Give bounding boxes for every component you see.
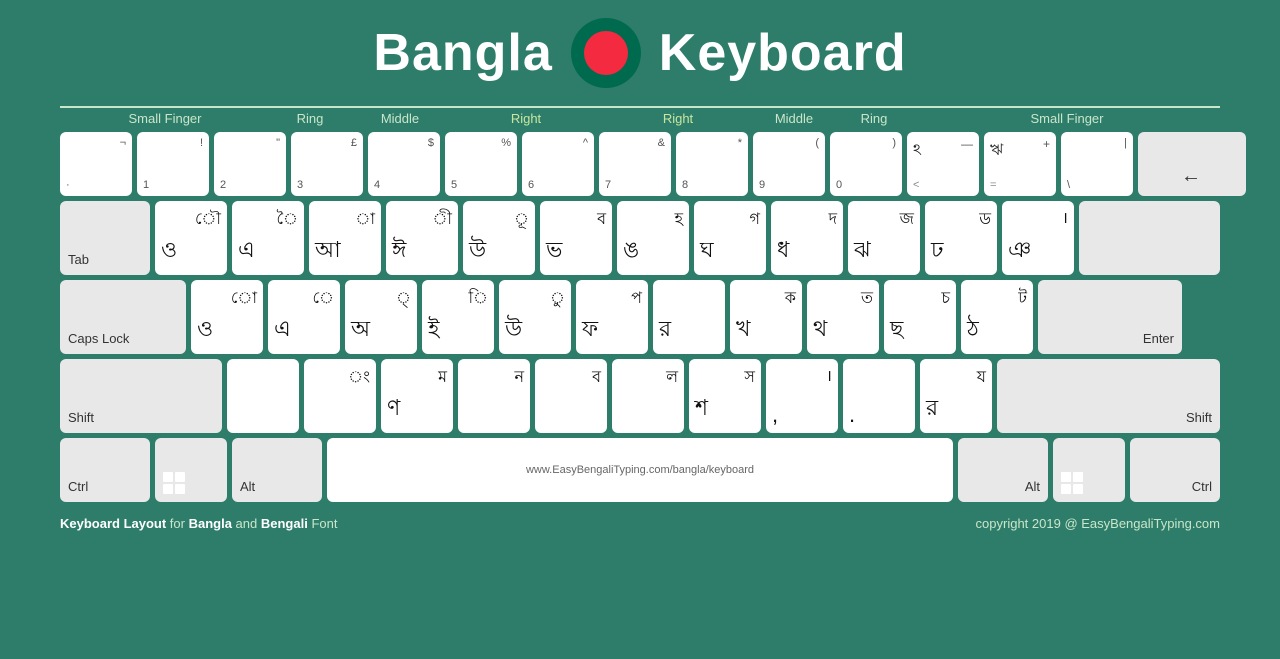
key-9[interactable]: ( 9 — [753, 132, 825, 196]
finger-label-right-1: Right — [450, 106, 602, 126]
alt-left-key[interactable]: Alt — [232, 438, 322, 502]
key-c[interactable]: ম ণ — [381, 359, 453, 433]
key-comma[interactable]: । , — [766, 359, 838, 433]
finger-label-ring-right: Ring — [834, 106, 914, 126]
key-e[interactable]: া আ — [309, 201, 381, 275]
finger-label-middle-right: Middle — [754, 106, 834, 126]
key-4[interactable]: $ 4 — [368, 132, 440, 196]
enter-key[interactable]: Enter — [1038, 280, 1182, 354]
finger-label-middle-left: Middle — [350, 106, 450, 126]
key-semicolon[interactable]: চ ছ — [884, 280, 956, 354]
key-period[interactable]: x . — [843, 359, 915, 433]
ctrl-right-key[interactable]: Ctrl — [1130, 438, 1220, 502]
key-8[interactable]: * 8 — [676, 132, 748, 196]
shift-right-key[interactable]: Shift — [997, 359, 1220, 433]
key-r[interactable]: ী ঈ — [386, 201, 458, 275]
key-f[interactable]: ি ই — [422, 280, 494, 354]
key-v[interactable]: ন — [458, 359, 530, 433]
key-1[interactable]: ! 1 — [137, 132, 209, 196]
windows-logo-left — [163, 472, 185, 494]
key-slash[interactable]: য র — [920, 359, 992, 433]
key-l[interactable]: ত থ — [807, 280, 879, 354]
win-right-key[interactable] — [1053, 438, 1125, 502]
finger-label-small-right: Small Finger — [914, 106, 1220, 126]
key-g[interactable]: ু উ — [499, 280, 571, 354]
key-equals[interactable]: ঋ + = — [984, 132, 1056, 196]
header: Bangla Keyboard — [373, 18, 906, 88]
key-q[interactable]: ৌ ও — [155, 201, 227, 275]
key-p[interactable]: জ ঝ — [848, 201, 920, 275]
row-numbers: ¬ · ! 1 " 2 £ 3 — [60, 132, 1220, 196]
key-open-bracket[interactable]: ড ঢ — [925, 201, 997, 275]
key-o[interactable]: দ ধ — [771, 201, 843, 275]
space-key[interactable]: www.EasyBengaliTyping.com/bangla/keyboar… — [327, 438, 953, 502]
row-asdf: Caps Lock ো ও ে এ ্ অ — [60, 280, 1220, 354]
row-qwerty: Tab ৌ ও ৈ এ া আ — [60, 201, 1220, 275]
key-n[interactable]: ল — [612, 359, 684, 433]
backspace-key[interactable]: ← — [1138, 132, 1246, 196]
key-quote[interactable]: ট ঠ — [961, 280, 1033, 354]
key-w[interactable]: ৈ এ — [232, 201, 304, 275]
key-i[interactable]: গ ঘ — [694, 201, 766, 275]
win-left-key[interactable] — [155, 438, 227, 502]
windows-logo-right — [1061, 472, 1083, 494]
footer: Keyboard Layout for Bangla and Bengali F… — [60, 516, 1220, 531]
shift-left-key[interactable]: Shift — [60, 359, 222, 433]
key-s[interactable]: ে এ — [268, 280, 340, 354]
key-0[interactable]: ) 0 — [830, 132, 902, 196]
ctrl-left-key[interactable]: Ctrl — [60, 438, 150, 502]
finger-label-small-left: Small Finger — [60, 106, 270, 126]
key-3[interactable]: £ 3 — [291, 132, 363, 196]
key-u[interactable]: হ ঙ — [617, 201, 689, 275]
caps-lock-key[interactable]: Caps Lock — [60, 280, 186, 354]
key-j[interactable]: x র — [653, 280, 725, 354]
key-close-bracket[interactable]: । ঞ — [1002, 201, 1074, 275]
key-b[interactable]: ব — [535, 359, 607, 433]
finger-label-ring-left: Ring — [270, 106, 350, 126]
key-hash[interactable]: | \ — [1061, 132, 1133, 196]
key-backtick[interactable]: ¬ · — [60, 132, 132, 196]
footer-right: copyright 2019 @ EasyBengaliTyping.com — [976, 516, 1220, 531]
row-zxcv: Shift x ং ম ণ — [60, 359, 1220, 433]
key-m[interactable]: স শ — [689, 359, 761, 433]
alt-right-key[interactable]: Alt — [958, 438, 1048, 502]
tab-key[interactable]: Tab — [60, 201, 150, 275]
bangladesh-flag — [571, 18, 641, 88]
enter-area-top — [1079, 201, 1220, 275]
key-k[interactable]: ক খ — [730, 280, 802, 354]
keyboard: ¬ · ! 1 " 2 £ 3 — [60, 132, 1220, 502]
footer-left: Keyboard Layout for Bangla and Bengali F… — [60, 516, 337, 531]
key-a[interactable]: ো ও — [191, 280, 263, 354]
key-y[interactable]: ব ভ — [540, 201, 612, 275]
finger-labels: Small Finger Ring Middle Right Right Mid… — [60, 106, 1220, 126]
key-z[interactable]: x — [227, 359, 299, 433]
header-title-left: Bangla — [373, 23, 552, 83]
row-bottom: Ctrl Alt www.EasyBengaliTyping.com/bangl… — [60, 438, 1220, 502]
key-d[interactable]: ্ অ — [345, 280, 417, 354]
keyboard-wrapper: Small Finger Ring Middle Right Right Mid… — [60, 106, 1220, 531]
finger-label-right-2: Right — [602, 106, 754, 126]
key-t[interactable]: ূ উ — [463, 201, 535, 275]
key-x[interactable]: ং — [304, 359, 376, 433]
key-6[interactable]: ^ 6 — [522, 132, 594, 196]
header-title-right: Keyboard — [659, 23, 907, 83]
key-7[interactable]: & 7 — [599, 132, 671, 196]
key-5[interactable]: % 5 — [445, 132, 517, 196]
key-minus[interactable]: ঽ — < — [907, 132, 979, 196]
key-2[interactable]: " 2 — [214, 132, 286, 196]
key-h[interactable]: প ফ — [576, 280, 648, 354]
